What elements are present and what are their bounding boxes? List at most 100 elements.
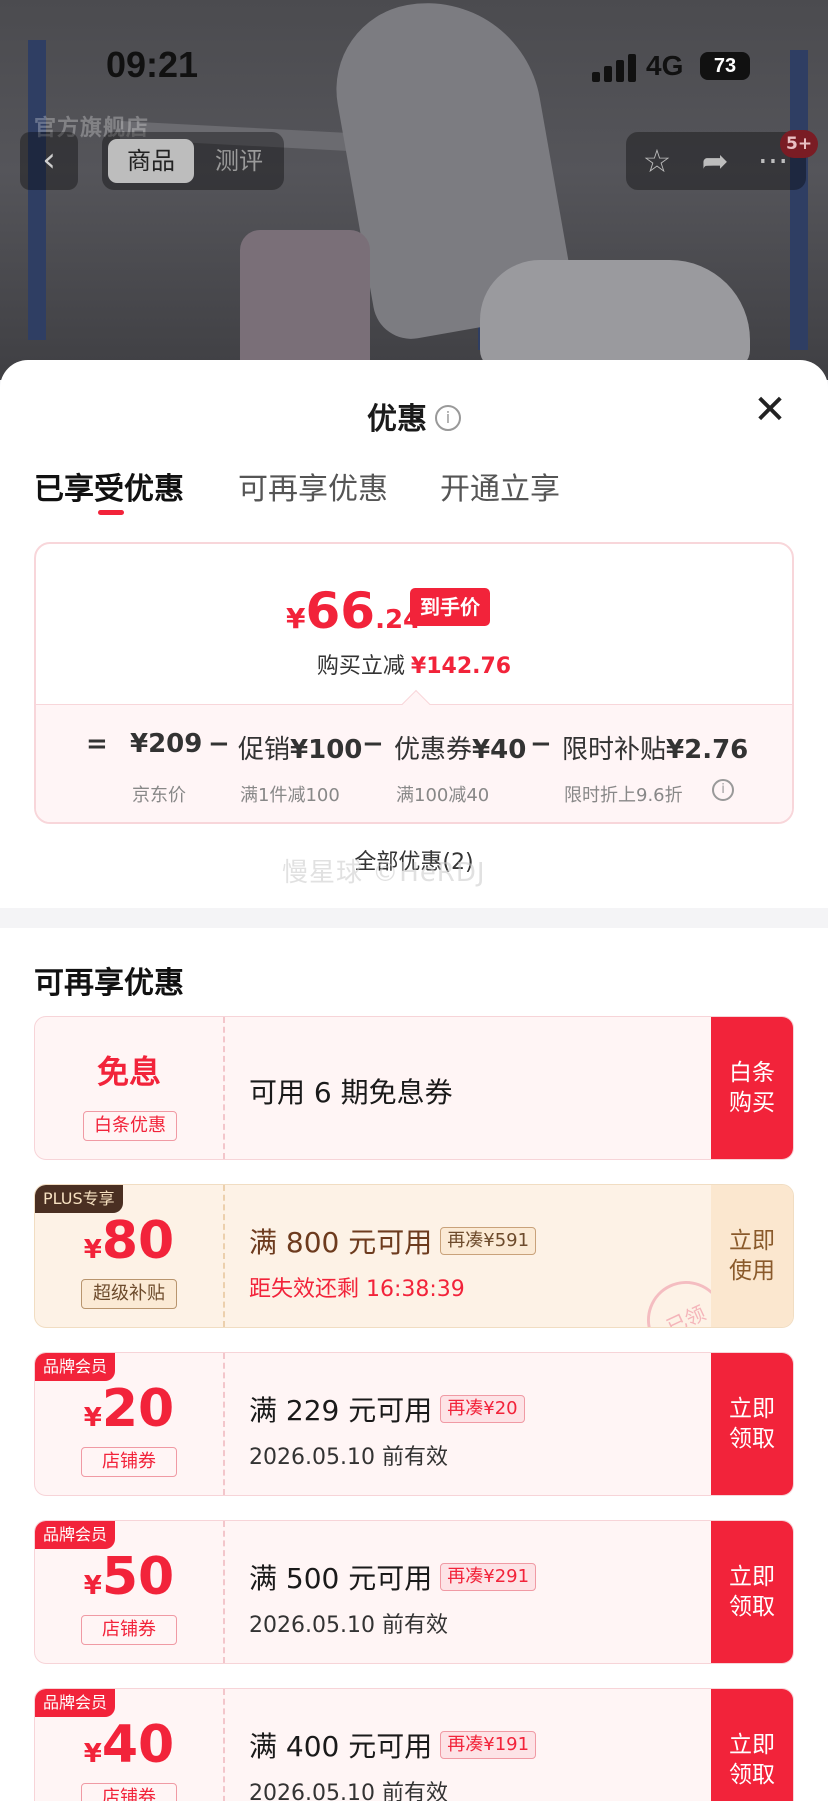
formula-op: = [86, 729, 108, 759]
share-icon[interactable]: ➦ [692, 138, 738, 184]
coupon-countdown: 距失效还剩 16:38:39 [249, 1277, 465, 1302]
price-currency: ¥ [286, 602, 306, 635]
formula-jd-price: ¥209 [130, 729, 202, 759]
coupon-expiry: 2026.05.10 前有效 [249, 1445, 448, 1470]
star-icon[interactable]: ☆ [634, 138, 680, 184]
formula-op: − [208, 729, 230, 759]
coupon-kind: 店铺券 [81, 1447, 177, 1477]
coupon-condition-text: 可用 6 期免息券 [249, 1076, 453, 1109]
coupon-more-needed: 再凑¥20 [440, 1395, 525, 1423]
coupon-action-label: 立即 领取 [729, 1564, 775, 1620]
formula-value: ¥209 [130, 729, 203, 759]
coupon-left: ¥80 超级补贴 [35, 1185, 223, 1327]
coupon-expiry: 2026.05.10 前有效 [249, 1613, 448, 1638]
coupon-action-button[interactable]: 立即 领取 [711, 1689, 793, 1801]
segment-review[interactable]: 测评 [200, 139, 278, 183]
coupon-more-needed: 再凑¥591 [440, 1227, 537, 1255]
formula-value: ¥40 [472, 735, 527, 765]
segment-goods[interactable]: 商品 [108, 139, 194, 183]
formula-sub: 满1件减100 [240, 785, 340, 806]
coupon-amount-value: 40 [101, 1715, 175, 1775]
coupon-left: ¥20 店铺券 [35, 1353, 223, 1495]
coupon-card: 品牌会员 ¥50 店铺券 满 500 元可用 再凑¥291 2026.05.10 … [34, 1520, 794, 1664]
message-badge: 5+ [780, 130, 819, 158]
formula-label: 优惠券 [394, 735, 473, 765]
formula-sub: 京东价 [132, 785, 186, 806]
formula-op: − [530, 729, 552, 759]
reduce-label: 购买立减 [316, 654, 405, 679]
nav-actions: ☆ ➦ ··· [626, 132, 806, 190]
status-bar: 09:21 4G 73 [0, 0, 828, 130]
coupon-left: ¥40 店铺券 [35, 1689, 223, 1801]
coupon-separator [223, 1185, 225, 1327]
coupon-condition: 满 400 元可用 再凑¥191 [249, 1725, 537, 1765]
coupon-condition-text: 满 500 元可用 [249, 1562, 433, 1595]
formula-value: ¥2.76 [666, 735, 749, 765]
chevron-left-icon: ‹ [42, 140, 56, 180]
coupon-action-button[interactable]: 立即 领取 [711, 1353, 793, 1495]
coupon-condition: 满 800 元可用 再凑¥591 [249, 1221, 537, 1261]
coupon-separator [223, 1689, 225, 1801]
section-divider [0, 908, 828, 928]
coupon-action-button[interactable]: 立即 领取 [711, 1521, 793, 1663]
sock-image [240, 230, 370, 380]
coupon-condition: 可用 6 期免息券 [249, 1071, 453, 1111]
info-icon[interactable]: i [712, 779, 734, 801]
discount-sheet: 优惠 i ✕ 已享受优惠 可再享优惠 开通立享 ¥66.24 到手价 购买立减 ¥1… [0, 360, 828, 1801]
reduce-value: ¥142.76 [410, 654, 512, 679]
coupon-separator [223, 1017, 225, 1159]
coupon-kind: 白条优惠 [83, 1111, 177, 1141]
price-formula: = ¥209 京东价 − 促销¥100 满1件减100 − 优惠券¥40 满10… [36, 704, 792, 822]
coupon-action-label: 立即 领取 [729, 1732, 775, 1788]
coupon-action-label: 立即 领取 [729, 1396, 775, 1452]
coupon-amount: ¥80 [35, 1211, 223, 1271]
coupon-currency: ¥ [83, 1571, 102, 1601]
coupon-kind: 超级补贴 [81, 1279, 177, 1309]
coupon-kind: 店铺券 [81, 1615, 177, 1645]
reduce-line: 购买立减 ¥142.76 [36, 648, 792, 680]
tab-indicator [98, 510, 124, 515]
coupon-amount: ¥50 [35, 1547, 223, 1607]
formula-label: 促销 [238, 735, 291, 765]
coupon-amount: ¥20 [35, 1379, 223, 1439]
final-price-tag: 到手价 [410, 588, 490, 626]
coupon-more-needed: 再凑¥191 [440, 1731, 537, 1759]
sheet-title-text: 优惠 [367, 402, 427, 437]
coupon-condition: 满 500 元可用 再凑¥291 [249, 1557, 537, 1597]
coupon-action-button[interactable]: 白条 购买 [711, 1017, 793, 1159]
info-icon[interactable]: i [435, 404, 461, 431]
coupon-condition: 满 229 元可用 再凑¥20 [249, 1389, 525, 1429]
battery-level: 73 [713, 55, 737, 77]
formula-value: ¥100 [290, 735, 363, 765]
coupon-kind: 店铺券 [81, 1783, 177, 1801]
coupon-card: 免息 白条优惠 可用 6 期免息券 白条 购买 [34, 1016, 794, 1160]
coupon-currency: ¥ [83, 1403, 102, 1433]
signal-icon [592, 54, 636, 82]
battery-icon: 73 [700, 52, 750, 80]
coupon-separator [223, 1521, 225, 1663]
coupon-card: 品牌会员 ¥40 店铺券 满 400 元可用 再凑¥191 2026.05.10 … [34, 1688, 794, 1801]
coupon-left: ¥50 店铺券 [35, 1521, 223, 1663]
status-time: 09:21 [106, 44, 199, 85]
more-discount-title: 可再享优惠 [34, 966, 184, 1001]
formula-subsidy: 限时补贴¥2.76 [562, 729, 748, 766]
coupon-currency: ¥ [83, 1235, 102, 1265]
coupon-expiry: 2026.05.10 前有效 [249, 1781, 448, 1801]
formula-sub: 限时折上9.6折 [564, 785, 683, 806]
coupon-separator [223, 1353, 225, 1495]
final-price: ¥66.24 [286, 582, 421, 640]
coupon-amount: ¥40 [35, 1715, 223, 1775]
formula-sub: 满100减40 [396, 785, 490, 806]
tab-more[interactable]: 可再享优惠 [238, 464, 388, 508]
coupon-free-title: 免息 [96, 1053, 161, 1091]
tab-open[interactable]: 开通立享 [440, 464, 560, 508]
formula-coupon: 优惠券¥40 [394, 729, 526, 766]
coupon-condition-text: 满 800 元可用 [249, 1226, 433, 1259]
close-icon[interactable]: ✕ [748, 390, 792, 434]
coupon-action-button[interactable]: 立即 使用 [711, 1185, 793, 1327]
coupon-amount-value: 50 [101, 1547, 175, 1607]
back-button[interactable]: ‹ [20, 132, 78, 190]
watermark-text: 慢星球 ©HeRDJ [282, 858, 486, 888]
coupon-currency: ¥ [83, 1739, 102, 1769]
tab-enjoyed[interactable]: 已享受优惠 [34, 464, 184, 508]
